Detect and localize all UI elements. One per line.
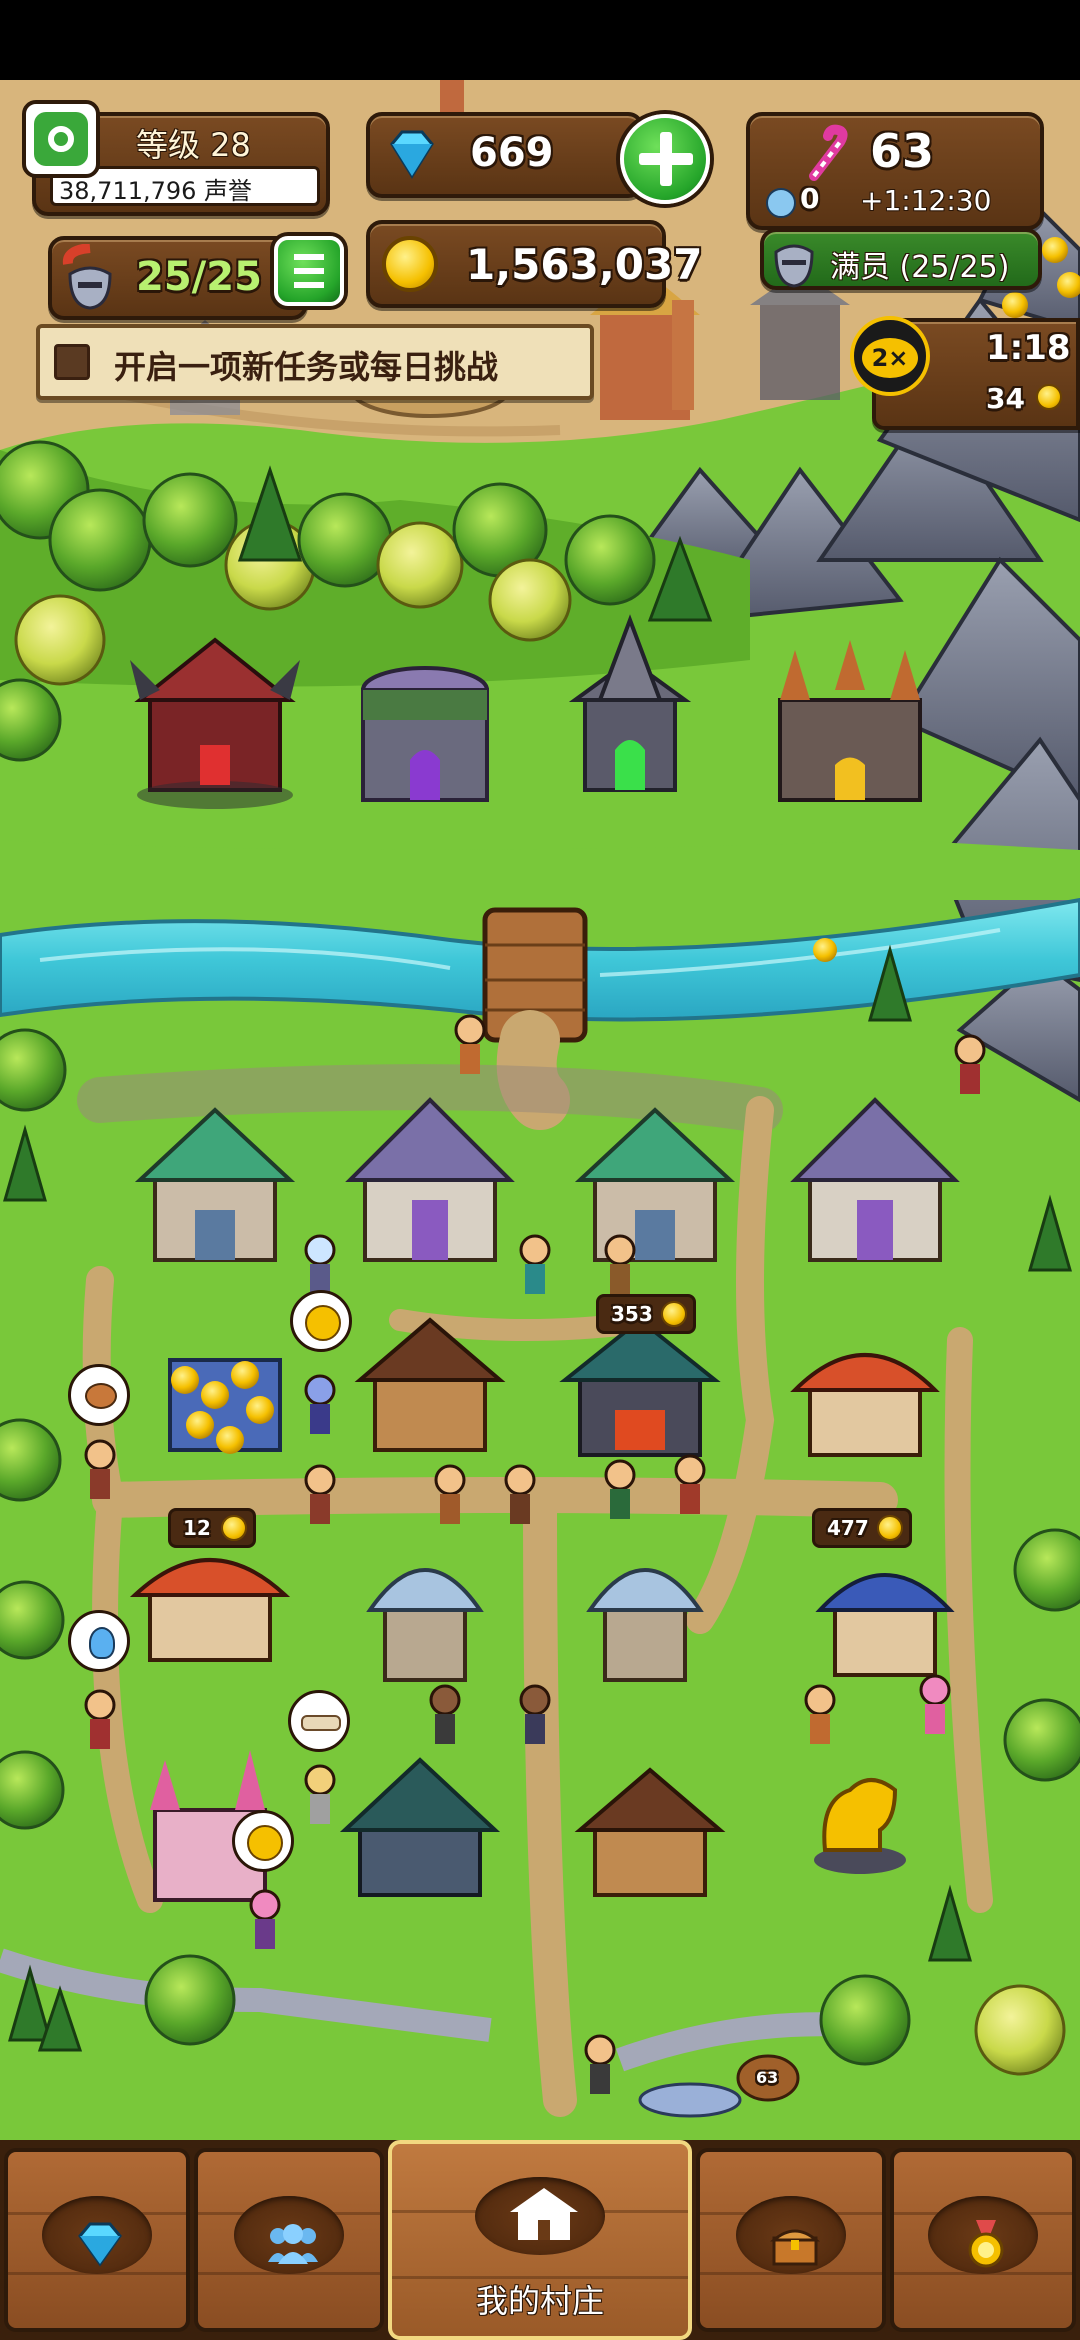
level-label: 等级 28 [136,126,251,164]
villager-happy-bubble[interactable] [290,1290,352,1352]
tab-achievements[interactable] [890,2148,1076,2332]
quest-checkbox[interactable] [54,344,90,380]
gems-panel[interactable]: 669 [366,112,644,198]
forge-income-value: 353 [611,1302,653,1326]
roster-helmet-icon [768,226,820,290]
coin-icon [1036,384,1062,410]
heroes-icon [264,2222,322,2266]
coin-icon [877,1515,903,1541]
tab-heroes[interactable] [194,2148,384,2332]
boost-multiplier: 2× [862,338,918,378]
boost-timer: 1:18 [986,328,1071,368]
house-income-label[interactable]: 477 [812,1508,912,1548]
happy-face-icon [305,1305,341,1341]
tavern-income-value: 12 [183,1516,211,1540]
village-icon [506,2184,582,2244]
boost-coins: 34 [986,382,1025,415]
heroes-panel[interactable]: 25/25 [48,236,308,320]
basket-count[interactable]: 63 [756,2068,778,2087]
villager-food-bubble[interactable] [68,1364,130,1426]
gear-icon-inner [48,126,74,152]
gold-value: 1,563,037 [466,240,703,289]
quest-banner[interactable]: 开启一项新任务或每日挑战 [36,324,594,400]
plus-icon-bar [639,153,693,165]
status-bar [0,0,1080,80]
candy-value: 63 [870,124,935,178]
gold-coin-icon [382,236,438,292]
smile-face-icon [247,1825,283,1861]
potion-icon [89,1627,115,1659]
unicorn-count: 0 [800,182,820,215]
treasure-chest-icon [769,2222,821,2266]
event-timer: +1:12:30 [860,184,992,217]
boost-multiplier-badge[interactable]: 2× [850,316,930,396]
candy-cane-icon [800,124,860,184]
house-income-value: 477 [827,1516,869,1540]
roster-status: 满员 (25/25) [830,250,1010,285]
villager-smile-bubble[interactable] [232,1810,294,1872]
knight-helmet-icon [60,243,120,314]
roster-panel[interactable]: 满员 (25/25) [760,228,1042,290]
gems-value: 669 [470,130,554,176]
buy-gems-button[interactable] [620,114,710,204]
forge-income-label[interactable]: 353 [596,1294,696,1334]
candy-panel[interactable]: 63 0 +1:12:30 [746,112,1044,230]
bone-icon [301,1715,341,1731]
gold-panel[interactable]: 1,563,037 [366,220,702,308]
bottom-nav: 我的村庄 [0,2140,1080,2340]
tab-gems[interactable] [4,2148,190,2332]
coin-icon [661,1301,687,1327]
heroes-count: 25/25 [136,254,262,300]
medal-icon [962,2218,1010,2270]
villager-bone-bubble[interactable] [288,1690,350,1752]
coin-icon [221,1515,247,1541]
gem-icon [72,2220,128,2268]
diamond-icon [382,124,442,184]
tab-treasure[interactable] [696,2148,886,2332]
quest-prompt-text: 开启一项新任务或每日挑战 [114,348,499,386]
hero-list-button[interactable] [274,236,344,306]
settings-button[interactable] [22,100,100,178]
villager-potion-bubble[interactable] [68,1610,130,1672]
unicorn-icon [766,188,796,218]
drumstick-icon [85,1383,117,1409]
tab-my-village-label: 我的村庄 [475,2282,604,2320]
tab-my-village[interactable]: 我的村庄 [388,2140,692,2340]
tavern-income-label[interactable]: 12 [168,1508,256,1548]
list-icon-mid [294,268,324,274]
